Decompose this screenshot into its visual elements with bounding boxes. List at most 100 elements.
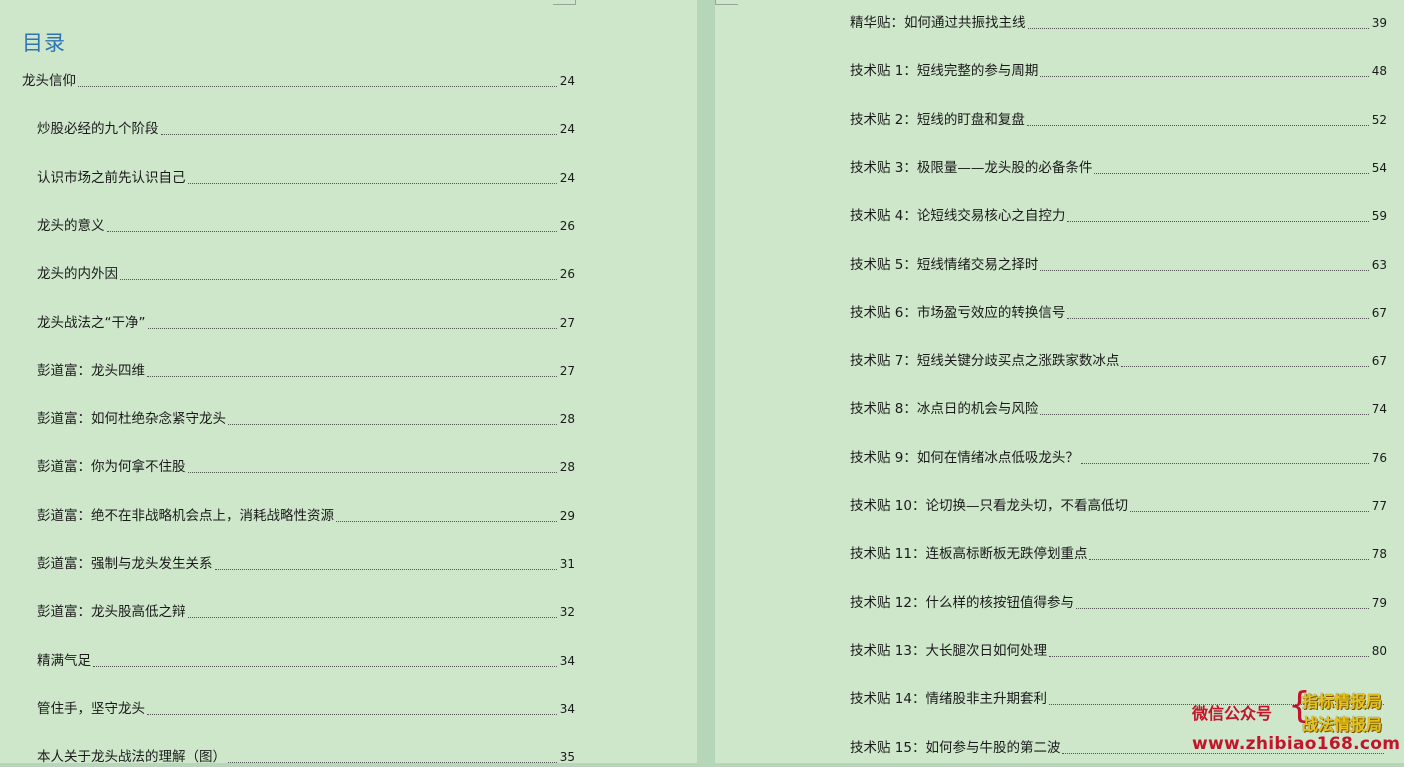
toc-entry-title: 彭道富：龙头四维: [37, 362, 145, 379]
toc-entry[interactable]: 龙头战法之“干净” 27: [37, 313, 575, 333]
toc-entry[interactable]: 技术贴 11：连板高标断板无跌停划重点 78: [850, 544, 1387, 564]
toc-dot-leader: [336, 520, 557, 522]
toc-entry[interactable]: 技术贴 10：论切换—只看龙头切，不看高低切 77: [850, 496, 1387, 516]
toc-page-number: 74: [1371, 402, 1387, 417]
toc-entry[interactable]: 龙头的意义 26: [37, 216, 575, 236]
toc-dot-leader: [187, 617, 557, 619]
toc-entry-title: 技术贴 1：短线完整的参与周期: [850, 63, 1039, 80]
toc-dot-leader: [147, 713, 557, 715]
page-corner-mark: [715, 0, 738, 5]
toc-entry[interactable]: 技术贴 5：短线情绪交易之择时 63: [850, 255, 1387, 275]
toc-entry[interactable]: 技术贴 12：什么样的核按钮值得参与 79: [850, 593, 1387, 613]
toc-dot-leader: [147, 327, 557, 329]
toc-entry[interactable]: 彭道富：你为何拿不住股 28: [37, 457, 575, 477]
toc-entry-title: 龙头的内外因: [37, 266, 118, 283]
toc-entry-title: 技术贴 12：什么样的核按钮值得参与: [850, 594, 1074, 611]
toc-entry-title: 本人关于龙头战法的理解（图）: [37, 749, 226, 766]
toc-entry[interactable]: 技术贴 4：论短线交易核心之自控力 59: [850, 206, 1387, 226]
toc-dot-leader: [147, 375, 557, 377]
toc-entry-title: 彭道富：如何杜绝杂念紧守龙头: [37, 411, 226, 428]
toc-entry-title: 技术贴 8：冰点日的机会与风险: [850, 401, 1039, 418]
toc-page-number: 67: [1371, 354, 1387, 369]
toc-entry-title: 彭道富：绝不在非战略机会点上，消耗战略性资源: [37, 507, 334, 524]
toc-dot-leader: [1075, 607, 1369, 609]
toc-entry-title: 管住手，坚守龙头: [37, 700, 145, 717]
watermark-url: www.zhibiao168.com: [1192, 734, 1401, 754]
toc-page-number: 26: [559, 218, 575, 233]
toc-entry-title: 技术贴 9：如何在情绪冰点低吸龙头？: [850, 449, 1079, 466]
toc-page-number: 35: [559, 750, 575, 765]
toc-entry[interactable]: 炒股必经的九个阶段 24: [37, 119, 575, 139]
toc-entry-title: 技术贴 14：情绪股非主升期套利: [850, 691, 1047, 708]
toc-page-number: 31: [559, 557, 575, 571]
toc-page-number: 28: [559, 412, 575, 427]
toc-page-number: 29: [559, 508, 575, 523]
toc-dot-leader: [228, 424, 557, 426]
toc-entry-title: 技术贴 4：论短线交易核心之自控力: [850, 208, 1066, 225]
toc-entry-title: 技术贴 10：论切换—只看龙头切，不看高低切: [850, 498, 1128, 514]
toc-page-number: 39: [1371, 16, 1387, 30]
page-corner-mark: [553, 0, 576, 5]
toc-page-number: 79: [1371, 595, 1387, 610]
toc-dot-leader: [187, 472, 557, 474]
toc-page-number: 52: [1371, 112, 1387, 127]
toc-dot-leader: [1040, 269, 1369, 271]
toc-entry[interactable]: 本人关于龙头战法的理解（图） 35: [37, 747, 575, 767]
toc-entry[interactable]: 技术贴 2：短线的盯盘和复盘 52: [850, 110, 1387, 130]
toc-entry[interactable]: 彭道富：强制与龙头发生关系 31: [37, 554, 575, 574]
toc-page-number: 27: [559, 363, 575, 378]
toc-entry-title: 龙头的意义: [37, 217, 105, 234]
toc-page-number: 24: [559, 122, 575, 137]
toc-dot-leader: [1129, 511, 1369, 512]
toc-entry[interactable]: 彭道富：龙头四维 27: [37, 361, 575, 381]
toc-page-number: 77: [1371, 499, 1387, 513]
toc-dot-leader: [106, 230, 557, 232]
toc-entry[interactable]: 技术贴 13：大长腿次日如何处理 80: [850, 641, 1387, 661]
toc-dot-leader: [1094, 172, 1369, 174]
toc-entry[interactable]: 精满气足 34: [37, 651, 575, 671]
toc-entry-title: 技术贴 5：短线情绪交易之择时: [850, 256, 1039, 273]
toc-entry[interactable]: 彭道富：如何杜绝杂念紧守龙头 28: [37, 409, 575, 429]
toc-entry[interactable]: 技术贴 6：市场盈亏效应的转换信号 67: [850, 303, 1387, 323]
toc-dot-leader: [1026, 124, 1369, 126]
toc-dot-leader: [1027, 28, 1369, 29]
toc-entry-title: 技术贴 13：大长腿次日如何处理: [850, 642, 1047, 659]
toc-dot-leader: [214, 569, 557, 570]
toc-page-number: 32: [559, 605, 575, 620]
toc-entry-title: 技术贴 7：短线关键分歧买点之涨跌家数冰点: [850, 353, 1120, 370]
toc-entry-title: 彭道富：龙头股高低之辩: [37, 604, 186, 621]
toc-title: 目录: [22, 31, 66, 55]
toc-entry-title: 技术贴 11：连板高标断板无跌停划重点: [850, 546, 1088, 563]
toc-entry-title: 彭道富：强制与龙头发生关系: [37, 556, 213, 572]
toc-entry[interactable]: 技术贴 9：如何在情绪冰点低吸龙头？ 76: [850, 448, 1387, 468]
toc-entry[interactable]: 龙头的内外因 26: [37, 264, 575, 284]
toc-entry[interactable]: 技术贴 8：冰点日的机会与风险 74: [850, 399, 1387, 419]
toc-entry[interactable]: 精华贴：如何通过共振找主线 39: [850, 13, 1387, 33]
toc-page-number: 28: [559, 460, 575, 475]
watermark-label: 微信公众号: [1192, 704, 1273, 723]
toc-page-number: 26: [559, 267, 575, 282]
toc-dot-leader: [1089, 559, 1369, 561]
toc-entry-title: 龙头信仰: [22, 73, 76, 89]
toc-entry[interactable]: 龙头信仰 24: [22, 71, 575, 91]
toc-entry-title: 技术贴 3：极限量——龙头股的必备条件: [850, 159, 1093, 176]
toc-page-number: 27: [559, 315, 575, 330]
toc-dot-leader: [1040, 76, 1369, 78]
toc-page-number: 80: [1371, 643, 1387, 658]
toc-entry[interactable]: 认识市场之前先认识自己 24: [37, 168, 575, 188]
toc-entry[interactable]: 技术贴 3：极限量——龙头股的必备条件 54: [850, 158, 1387, 178]
toc-entry-title: 精华贴：如何通过共振找主线: [850, 15, 1026, 31]
toc-entry[interactable]: 管住手，坚守龙头 34: [37, 699, 575, 719]
toc-entry[interactable]: 技术贴 1：短线完整的参与周期 48: [850, 61, 1387, 81]
toc-page-number: 48: [1371, 64, 1387, 79]
toc-entry[interactable]: 彭道富：绝不在非战略机会点上，消耗战略性资源 29: [37, 506, 575, 526]
toc-entry-title: 精满气足: [37, 652, 91, 669]
toc-dot-leader: [120, 279, 557, 281]
toc-entry[interactable]: 技术贴 7：短线关键分歧买点之涨跌家数冰点 67: [850, 351, 1387, 371]
toc-page-number: 78: [1371, 547, 1387, 562]
watermark-line-2: 战法情报局: [1302, 715, 1383, 734]
toc-entry-title: 技术贴 2：短线的盯盘和复盘: [850, 111, 1025, 128]
toc-page-number: 67: [1371, 305, 1387, 320]
toc-entry-title: 认识市场之前先认识自己: [37, 169, 186, 186]
toc-entry[interactable]: 彭道富：龙头股高低之辩 32: [37, 602, 575, 622]
